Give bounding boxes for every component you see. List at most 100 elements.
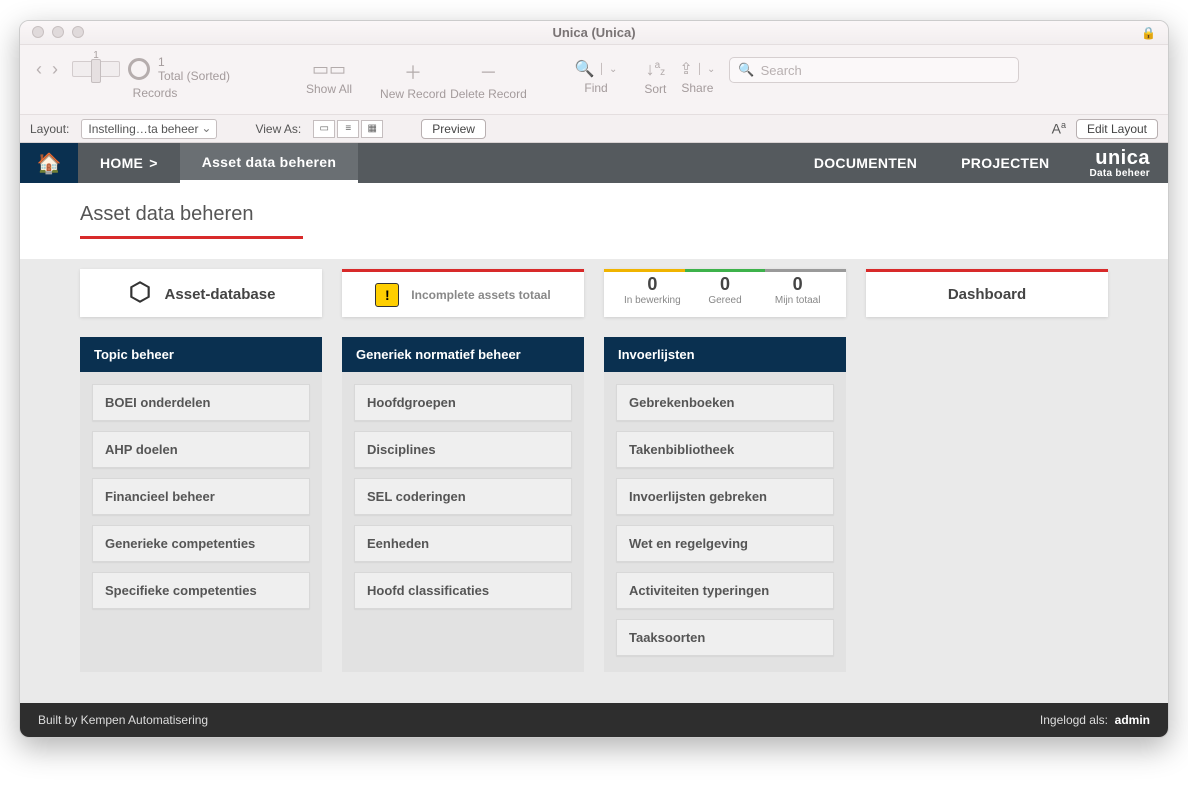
window-titlebar: Unica (Unica) 🔒 [20,21,1168,45]
prev-record-icon[interactable]: ‹ [36,59,42,80]
column-0: Topic beheerBOEI onderdelenAHP doelenFin… [80,337,322,672]
stat-label: Gereed [693,295,758,306]
find-chevron-icon[interactable]: ⌄ [609,64,617,75]
text-format-icon[interactable]: Aa [1052,120,1066,137]
menu-item[interactable]: Hoofdgroepen [354,384,572,421]
nav-home-label: HOME [100,155,143,171]
nav-home[interactable]: HOME > [78,143,180,183]
menu-item[interactable]: Gebrekenboeken [616,384,834,421]
menu-item[interactable]: Financieel beheer [92,478,310,515]
menu-item[interactable]: Eenheden [354,525,572,562]
column-body: Gebrekenboeken Takenbibliotheek Invoerlijs… [604,372,846,672]
find-icon[interactable]: 🔍 [575,59,595,79]
delrec-label: Delete Record [450,87,527,105]
column-2: Invoerlijsten Gebrekenboeken Takenbiblioth… [604,337,846,672]
status-footer: Built by Kempen Automatisering Ingelogd … [20,703,1168,737]
stat-2: 0Mijn totaal [761,274,834,306]
card-dashboard[interactable]: Dashboard [866,269,1108,317]
showall-icon[interactable]: ▭▭ [309,53,349,80]
warning-icon: ! [375,283,399,307]
brand-logo: unica Data beheer [1071,148,1168,179]
brand-name: unica [1089,148,1150,168]
dashboard-label: Dashboard [948,286,1026,303]
app-nav: 🏠 HOME > Asset data beheren DOCUMENTEN P… [20,143,1168,183]
card-stats[interactable]: 0In bewerking0Gereed0Mijn totaal [604,269,846,317]
record-count-label: Total (Sorted) [158,69,230,83]
zoom-dot[interactable] [72,26,84,38]
edit-layout-button[interactable]: Edit Layout [1076,119,1158,139]
record-slider[interactable]: 1 [72,61,120,77]
nav-active-label: Asset data beheren [202,154,337,170]
home-icon[interactable]: 🏠 [20,143,78,183]
share-label: Share [681,81,713,99]
menu-item[interactable]: Generieke competenties [92,525,310,562]
column-body: Hoofdgroepen Disciplines SEL coderingen Een… [342,372,584,672]
menu-item[interactable]: Takenbibliotheek [616,431,834,468]
search-icon: 🔍 [738,62,754,78]
menu-item[interactable]: Invoerlijsten gebreken [616,478,834,515]
stat-value: 0 [620,274,685,295]
card-asset-database[interactable]: Asset-database [80,269,322,317]
viewas-label: View As: [255,122,301,136]
records-label: Records [133,86,178,104]
pie-icon[interactable] [128,58,150,80]
brand-tagline: Data beheer [1089,168,1150,179]
traffic-lights [32,26,84,38]
layout-label: Layout: [30,122,69,136]
incomplete-label: Incomplete assets totaal [411,288,550,302]
chevron-right-icon: > [149,155,157,171]
layout-select[interactable]: Instelling…ta beheer [81,119,217,139]
preview-button[interactable]: Preview [421,119,486,139]
nav-documenten[interactable]: DOCUMENTEN [792,155,939,171]
menu-item[interactable]: Disciplines [354,431,572,468]
cube-icon [127,279,153,311]
asset-db-label: Asset-database [165,286,276,303]
menu-item[interactable]: Hoofd classificaties [354,572,572,609]
app-window: Unica (Unica) 🔒 ‹ › 1 1 Total (Sorted) R… [19,20,1169,738]
delete-record-icon[interactable]: － [468,53,508,85]
menu-item[interactable]: Activiteiten typeringen [616,572,834,609]
nav-asset-data[interactable]: Asset data beheren [180,143,359,183]
menu-item[interactable]: SEL coderingen [354,478,572,515]
view-table-icon[interactable]: ▦ [361,120,383,138]
sort-label: Sort [644,82,666,100]
search-input[interactable]: 🔍 Search [729,57,1019,83]
share-icon[interactable]: ⇪ [679,59,692,79]
nav-projecten-label: PROJECTEN [961,155,1049,171]
stat-value: 0 [765,274,830,295]
stat-1: 0Gereed [689,274,762,306]
main-toolbar: ‹ › 1 1 Total (Sorted) Records ▭▭ Show Al… [20,45,1168,115]
column-body: BOEI onderdelen AHP doelen Financieel behe… [80,372,322,672]
close-dot[interactable] [32,26,44,38]
menu-item[interactable]: AHP doelen [92,431,310,468]
stat-label: In bewerking [620,295,685,306]
window-title: Unica (Unica) [552,25,635,40]
view-form-icon[interactable]: ▭ [313,120,335,138]
menu-item[interactable]: Wet en regelgeving [616,525,834,562]
nav-projecten[interactable]: PROJECTEN [939,155,1071,171]
lock-icon: 🔒 [1141,26,1156,40]
record-count: 1 [158,55,230,69]
layout-bar: Layout: Instelling…ta beheer View As: ▭ … [20,115,1168,143]
menu-item[interactable]: Taaksoorten [616,619,834,656]
showall-label: Show All [306,82,352,100]
new-record-icon[interactable]: ＋ [393,53,433,85]
stat-0: 0In bewerking [616,274,689,306]
footer-user: admin [1115,713,1150,727]
search-placeholder: Search [761,63,802,78]
minimize-dot[interactable] [52,26,64,38]
card-incomplete-assets[interactable]: ! Incomplete assets totaal [342,269,584,317]
blank-column [866,337,1108,672]
find-label: Find [584,81,607,99]
column-header: Generiek normatief beheer [342,337,584,372]
record-nav: ‹ › [30,53,64,80]
next-record-icon[interactable]: › [52,59,58,80]
column-header: Invoerlijsten [604,337,846,372]
menu-item[interactable]: BOEI onderdelen [92,384,310,421]
share-chevron-icon[interactable]: ⌄ [707,64,715,75]
view-list-icon[interactable]: ≡ [337,120,359,138]
menu-item[interactable]: Specifieke competenties [92,572,310,609]
stat-label: Mijn totaal [765,295,830,306]
footer-login-label: Ingelogd als: [1040,713,1108,727]
sort-icon[interactable]: ↓az [635,53,675,80]
